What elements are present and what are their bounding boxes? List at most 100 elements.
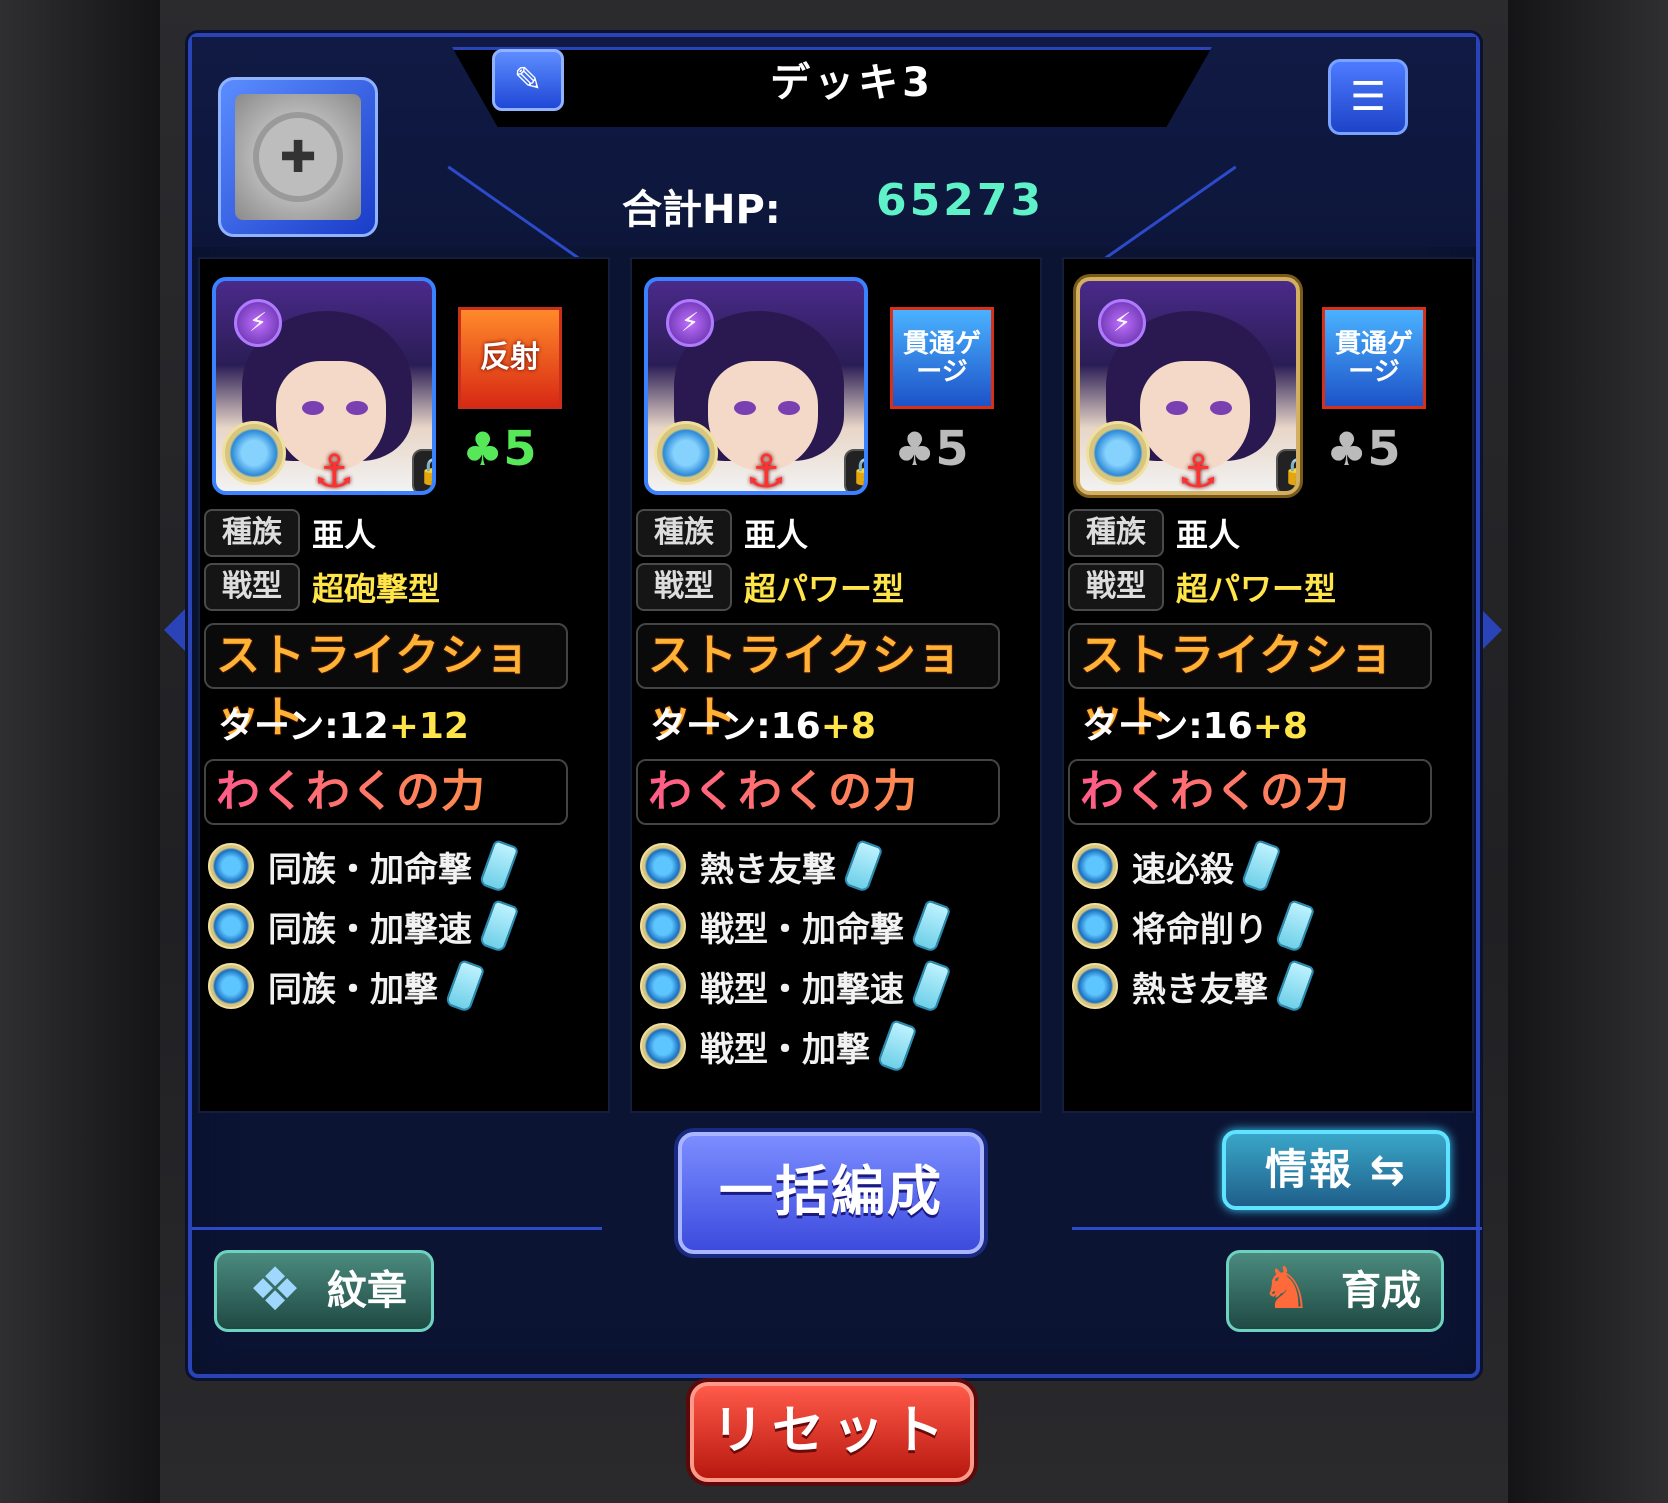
favorite-frame: ✚ bbox=[235, 94, 361, 220]
deco-line bbox=[1072, 1227, 1482, 1230]
fruit-item: 同族・加撃速 bbox=[208, 897, 520, 955]
portrait-eye bbox=[778, 401, 800, 415]
fruit-name: 同族・加命撃 bbox=[268, 849, 472, 890]
monster-card-2[interactable]: ⚡ ⚓ 🔒 貫通ゲージ ♣5 種族亜人 戦型超パワー型 ストライクショット ター… bbox=[630, 257, 1042, 1113]
fruit-icon bbox=[208, 843, 254, 889]
turn-plus: +12 bbox=[388, 706, 469, 747]
growth-label: 育成 bbox=[1341, 1268, 1421, 1314]
heart-plus-icon: ✚ bbox=[253, 112, 343, 202]
fruit-item: 戦型・加命撃 bbox=[640, 897, 952, 955]
info-toggle-button[interactable]: 情報 ⇆ bbox=[1222, 1130, 1450, 1210]
reset-button[interactable]: リセット bbox=[690, 1382, 974, 1482]
race-tag: 種族 bbox=[636, 509, 732, 557]
emblem-button[interactable]: ❖ 紋章 bbox=[214, 1250, 434, 1332]
luck-display: ♣5 bbox=[894, 421, 969, 477]
gimmick-badge: 反射 bbox=[458, 307, 562, 409]
turn-count: ターン:16+8 bbox=[1082, 697, 1308, 749]
fruit-name: 熱き友撃 bbox=[700, 849, 836, 890]
luck-value: 5 bbox=[935, 421, 969, 477]
favorite-button[interactable]: ✚ bbox=[218, 77, 378, 237]
type-value: 超パワー型 bbox=[744, 570, 905, 608]
fruit-name: 同族・加撃速 bbox=[268, 909, 472, 950]
total-hp-label: 合計HP: bbox=[622, 187, 781, 233]
dark-element-icon: ⚡ bbox=[1098, 299, 1146, 347]
medal-icon bbox=[222, 421, 286, 485]
type-value: 超砲撃型 bbox=[312, 570, 441, 608]
fruit-name: 将命削り bbox=[1132, 909, 1268, 950]
race-value: 亜人 bbox=[312, 516, 377, 554]
type-tag: 戦型 bbox=[1068, 563, 1164, 611]
bottle-icon bbox=[1274, 899, 1316, 953]
bulk-edit-button[interactable]: 一括編成 bbox=[678, 1132, 984, 1254]
fruit-name: 同族・加撃 bbox=[268, 969, 438, 1010]
race-row: 種族 亜人 bbox=[204, 507, 376, 559]
race-row: 種族 亜人 bbox=[1068, 507, 1240, 559]
waku-label[interactable]: わくわくの力 bbox=[636, 759, 1000, 825]
fruit-item: 速必殺 bbox=[1072, 837, 1282, 895]
monster-portrait[interactable]: ⚡ ⚓ 🔒 bbox=[1076, 277, 1300, 495]
swap-arrows-icon: ⇆ bbox=[1369, 1145, 1407, 1194]
dark-element-icon: ⚡ bbox=[234, 299, 282, 347]
fruit-name: 戦型・加撃速 bbox=[700, 969, 904, 1010]
type-row: 戦型 超砲撃型 bbox=[204, 561, 440, 613]
fruit-name: 戦型・加撃 bbox=[700, 1029, 870, 1070]
race-tag: 種族 bbox=[204, 509, 300, 557]
fruit-item: 熱き友撃 bbox=[1072, 957, 1316, 1015]
turn-count: ターン:16+8 bbox=[650, 697, 876, 749]
turn-plus: +8 bbox=[820, 706, 876, 747]
prev-deck-arrow[interactable] bbox=[164, 608, 186, 652]
luck-display: ♣5 bbox=[1326, 421, 1401, 477]
monster-card-3[interactable]: ⚡ ⚓ 🔒 貫通ゲージ ♣5 種族亜人 戦型超パワー型 ストライクショット ター… bbox=[1062, 257, 1474, 1113]
strike-shot-label[interactable]: ストライクショット bbox=[636, 623, 1000, 743]
total-hp-value: 65273 bbox=[876, 175, 1045, 226]
type-tag: 戦型 bbox=[204, 563, 300, 611]
clover-icon: ♣ bbox=[894, 422, 936, 476]
bottle-icon bbox=[1240, 839, 1282, 893]
type-tag: 戦型 bbox=[636, 563, 732, 611]
medal-icon bbox=[654, 421, 718, 485]
monster-portrait[interactable]: ⚡ ⚓ 🔒 bbox=[212, 277, 436, 495]
turn-base: ターン:16 bbox=[650, 706, 821, 747]
emblem-label: 紋章 bbox=[327, 1268, 407, 1314]
portrait-eye bbox=[1210, 401, 1232, 415]
dragon-icon: ♞ bbox=[1260, 1254, 1312, 1322]
gimmick-badge: 貫通ゲージ bbox=[890, 307, 994, 409]
fruit-name: 速必殺 bbox=[1132, 849, 1234, 890]
fruit-item: 熱き友撃 bbox=[640, 837, 884, 895]
fruit-icon bbox=[1072, 963, 1118, 1009]
fruit-icon bbox=[640, 843, 686, 889]
turn-plus: +8 bbox=[1252, 706, 1308, 747]
strike-shot-label[interactable]: ストライクショット bbox=[204, 623, 568, 743]
medal-icon bbox=[1086, 421, 1150, 485]
turn-base: ターン:12 bbox=[218, 706, 389, 747]
waku-label[interactable]: わくわくの力 bbox=[1068, 759, 1432, 825]
fruit-item: 将命削り bbox=[1072, 897, 1316, 955]
portrait-eye bbox=[734, 401, 756, 415]
menu-button[interactable]: ☰ bbox=[1328, 59, 1408, 135]
portrait-eye bbox=[1166, 401, 1188, 415]
fruit-icon bbox=[640, 963, 686, 1009]
monster-portrait[interactable]: ⚡ ⚓ 🔒 bbox=[644, 277, 868, 495]
fruit-icon bbox=[1072, 903, 1118, 949]
type-row: 戦型 超パワー型 bbox=[1068, 561, 1336, 613]
fruit-item: 同族・加命撃 bbox=[208, 837, 520, 895]
portrait-eye bbox=[346, 401, 368, 415]
bottle-icon bbox=[876, 1019, 918, 1073]
fruit-item: 同族・加撃 bbox=[208, 957, 486, 1015]
deck-title: デッキ3 bbox=[770, 60, 934, 106]
monster-card-1[interactable]: ⚡ ⚓ 🔒 反射 ♣5 種族亜人 戦型超砲撃型 ストライクショット ターン:12… bbox=[198, 257, 610, 1113]
fruit-name: 熱き友撃 bbox=[1132, 969, 1268, 1010]
anchor-icon: ⚓ bbox=[313, 444, 355, 495]
fruit-icon bbox=[208, 963, 254, 1009]
race-tag: 種族 bbox=[1068, 509, 1164, 557]
luck-display: ♣5 bbox=[462, 421, 537, 477]
next-deck-arrow[interactable] bbox=[1480, 608, 1502, 652]
growth-button[interactable]: ♞ 育成 bbox=[1226, 1250, 1444, 1332]
anchor-icon: ⚓ bbox=[1177, 444, 1219, 495]
bottle-icon bbox=[910, 899, 952, 953]
waku-label[interactable]: わくわくの力 bbox=[204, 759, 568, 825]
edit-name-button[interactable]: ✎ bbox=[492, 49, 564, 111]
fruit-icon bbox=[640, 1023, 686, 1069]
strike-shot-label[interactable]: ストライクショット bbox=[1068, 623, 1432, 743]
list-icon: ☰ bbox=[1350, 74, 1386, 120]
